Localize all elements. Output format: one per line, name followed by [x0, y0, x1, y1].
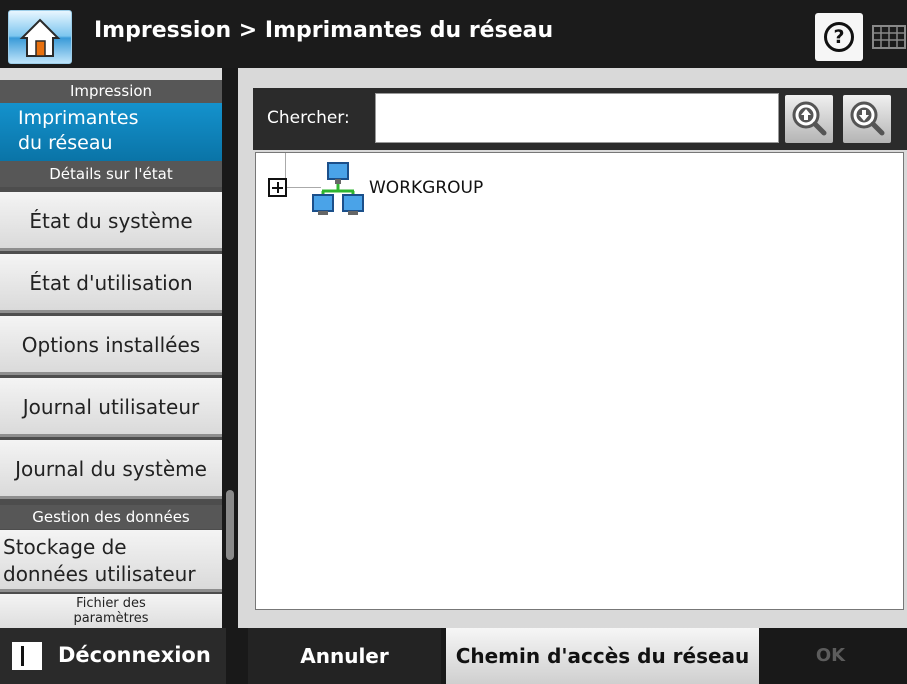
- sidebar-item-usage-status[interactable]: État d'utilisation: [0, 254, 222, 313]
- sidebar-item-user-data-storage[interactable]: Stockage de données utilisateur: [0, 530, 222, 592]
- search-input[interactable]: [375, 93, 779, 143]
- network-icon: [312, 162, 364, 215]
- sidebar-item-user-log[interactable]: Journal utilisateur: [0, 378, 222, 437]
- search-down-icon: [850, 101, 885, 136]
- sidebar-item-system-log[interactable]: Journal du système: [0, 440, 222, 499]
- help-icon: ?: [824, 22, 854, 52]
- logout-button[interactable]: Déconnexion: [0, 628, 226, 684]
- app-window: Impression > Imprimantes du réseau ? Imp…: [0, 0, 907, 684]
- sidebar: Impression Imprimantes du réseau Détails…: [0, 68, 222, 628]
- sidebar-item-label-line2: paramètres: [73, 611, 149, 626]
- sidebar-item-label-line1: Imprimantes: [18, 107, 139, 129]
- logout-icon: [12, 642, 42, 670]
- keyboard-button[interactable]: [869, 13, 907, 61]
- sidebar-section-impression: Impression: [0, 80, 222, 103]
- sidebar-item-system-status[interactable]: État du système: [0, 192, 222, 251]
- help-button[interactable]: ?: [815, 13, 863, 61]
- sidebar-partial-item: [0, 68, 222, 80]
- footer-bar: Déconnexion Annuler Chemin d'accès du ré…: [0, 628, 907, 684]
- sidebar-section-data: Gestion des données: [0, 505, 222, 529]
- cancel-button[interactable]: Annuler: [248, 628, 441, 684]
- sidebar-section-details: Détails sur l'état: [0, 161, 222, 187]
- network-path-button[interactable]: Chemin d'accès du réseau: [446, 628, 759, 684]
- search-bar: Chercher:: [253, 88, 907, 150]
- logout-label: Déconnexion: [58, 643, 211, 667]
- home-icon: [19, 18, 61, 57]
- expand-icon[interactable]: [268, 178, 287, 197]
- ok-button[interactable]: OK: [764, 628, 897, 684]
- search-label: Chercher:: [267, 108, 350, 128]
- header-bar: Impression > Imprimantes du réseau ?: [0, 0, 907, 68]
- sidebar-item-label-line2: du réseau: [18, 132, 113, 154]
- sidebar-item-label-line2: données utilisateur: [3, 562, 196, 586]
- sidebar-scrollbar[interactable]: [226, 490, 234, 560]
- home-button[interactable]: [8, 10, 72, 64]
- sidebar-item-network-printers[interactable]: Imprimantes du réseau: [0, 103, 222, 161]
- search-down-button[interactable]: [843, 95, 891, 143]
- sidebar-item-label-line1: Stockage de: [3, 535, 127, 559]
- tree-connector: [285, 153, 286, 179]
- page-title: Impression > Imprimantes du réseau: [94, 18, 554, 43]
- sidebar-item-label-line1: Fichier des: [76, 596, 146, 611]
- keyboard-icon: [872, 25, 906, 49]
- search-up-icon: [792, 101, 827, 136]
- sidebar-item-settings-file[interactable]: Fichier des paramètres: [0, 594, 222, 628]
- tree-node-workgroup[interactable]: WORKGROUP: [369, 178, 483, 198]
- sidebar-item-installed-options[interactable]: Options installées: [0, 316, 222, 375]
- search-up-button[interactable]: [785, 95, 833, 143]
- main-panel: Chercher: WORKGROUP: [238, 68, 907, 628]
- network-tree: WORKGROUP: [255, 152, 904, 610]
